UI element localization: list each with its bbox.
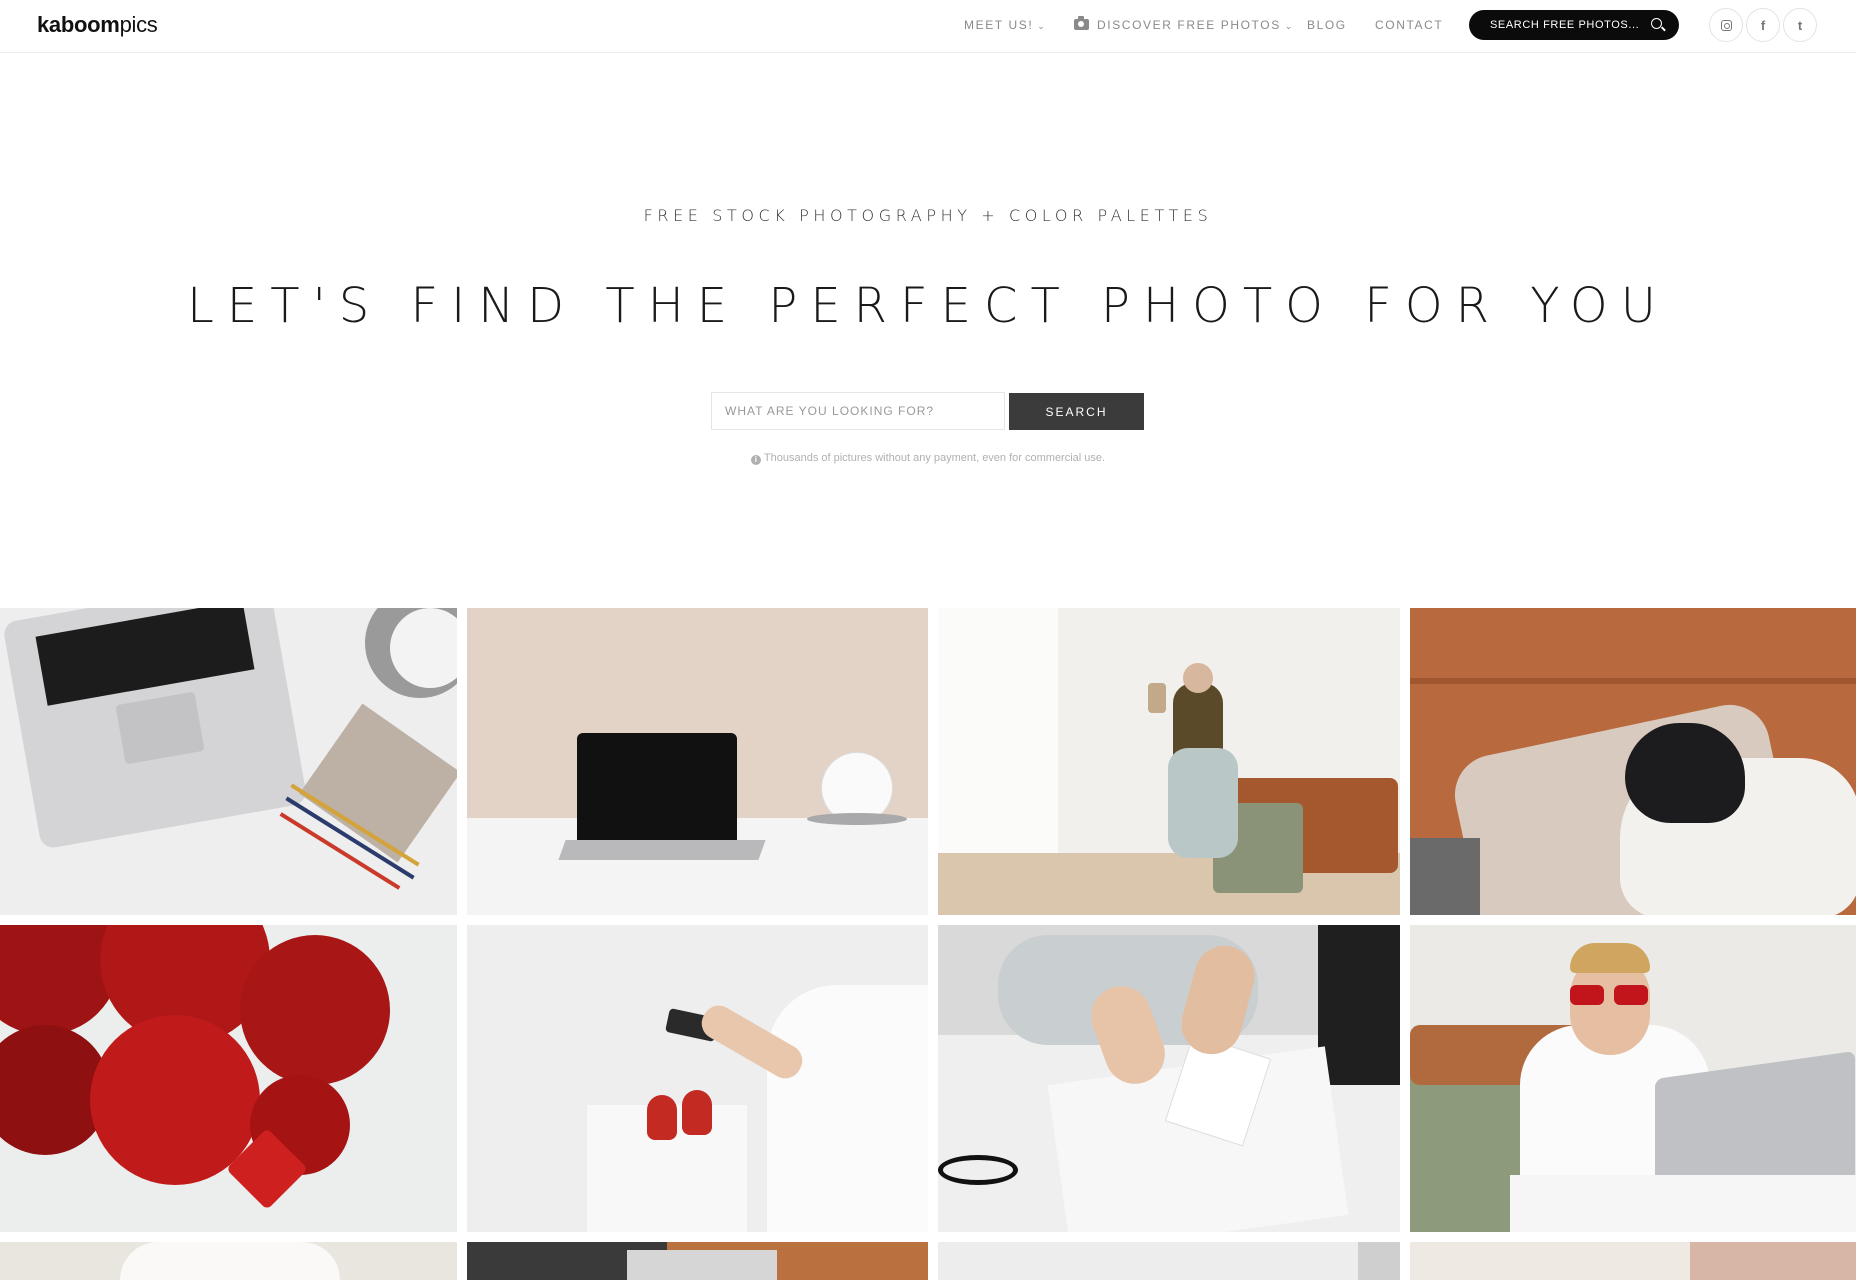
lamp-base-shape bbox=[807, 813, 907, 825]
instagram-icon bbox=[1720, 19, 1732, 31]
woman-phone-red-shoes-photo[interactable] bbox=[467, 925, 928, 1232]
person-shape bbox=[1690, 1242, 1856, 1280]
laptop-flatlay-photo[interactable] bbox=[0, 608, 457, 915]
camera-icon bbox=[1074, 16, 1089, 30]
facebook-icon: f bbox=[1760, 17, 1766, 33]
woman-phone-armchair-photo[interactable] bbox=[938, 608, 1400, 915]
photo-row3-4[interactable] bbox=[1410, 1242, 1856, 1280]
nav-discover-free-photos[interactable]: DISCOVER FREE PHOTOS ⌄ bbox=[1074, 16, 1294, 32]
table-shape bbox=[1510, 1175, 1856, 1232]
hair-shape bbox=[1570, 943, 1650, 973]
hands-writing-card-photo[interactable] bbox=[938, 925, 1400, 1232]
nav-discover-label: DISCOVER FREE PHOTOS bbox=[1097, 18, 1281, 32]
hero-note-text: Thousands of pictures without any paymen… bbox=[763, 452, 1106, 464]
photo-row3-1[interactable] bbox=[0, 1242, 457, 1280]
chevron-down-icon: ⌄ bbox=[1037, 21, 1047, 31]
dark-background-shape bbox=[1318, 925, 1400, 1085]
facebook-button[interactable]: f bbox=[1746, 8, 1780, 42]
logo-bold-text: kaboom bbox=[37, 12, 120, 37]
nav-contact-label: CONTACT bbox=[1375, 18, 1444, 32]
sunglasses-left-shape bbox=[1570, 985, 1604, 1005]
nav-blog[interactable]: BLOG bbox=[1307, 18, 1347, 32]
twitter-icon: t bbox=[1797, 17, 1803, 33]
logo[interactable]: kaboompics bbox=[37, 12, 158, 38]
blanket-shape bbox=[1410, 838, 1480, 915]
search-icon[interactable] bbox=[1651, 18, 1662, 29]
sofa-seam-shape bbox=[1410, 678, 1856, 684]
scissors-shape bbox=[938, 1155, 1018, 1185]
laptop-base-shape bbox=[558, 840, 766, 860]
dog-head-shape bbox=[1625, 723, 1745, 823]
hero-note: i Thousands of pictures without any payme… bbox=[0, 452, 1856, 465]
woman-sunglasses-laptop-photo[interactable] bbox=[1410, 925, 1856, 1232]
shirt-shape bbox=[767, 985, 928, 1232]
shirt-shape bbox=[120, 1242, 340, 1280]
logo-light-text: pics bbox=[119, 12, 158, 37]
chevron-down-icon: ⌄ bbox=[1284, 21, 1294, 31]
red-roses-heart-photo[interactable] bbox=[0, 925, 457, 1232]
legs-shape bbox=[1168, 748, 1238, 858]
sunglasses-right-shape bbox=[1614, 985, 1648, 1005]
header-search-input[interactable]: SEARCH FREE PHOTOS... bbox=[1469, 10, 1679, 40]
photo-row3-2[interactable] bbox=[467, 1242, 928, 1280]
laptop-desk-lamp-photo[interactable] bbox=[467, 608, 928, 915]
nav-contact[interactable]: CONTACT bbox=[1375, 18, 1443, 32]
instagram-button[interactable] bbox=[1709, 8, 1743, 42]
head-shape bbox=[1183, 663, 1213, 693]
laptop-shape bbox=[627, 1250, 777, 1280]
header-search-placeholder: SEARCH FREE PHOTOS... bbox=[1490, 19, 1640, 31]
photo-row3-3[interactable] bbox=[938, 1242, 1400, 1280]
info-icon: i bbox=[750, 455, 761, 465]
rose-shape bbox=[240, 935, 390, 1085]
laptop-screen-shape bbox=[577, 733, 737, 843]
site-header: kaboompics MEET US! ⌄ DISCOVER FREE PHOTO… bbox=[0, 0, 1856, 53]
bag-shape bbox=[1148, 683, 1166, 713]
red-shoe-shape bbox=[682, 1090, 712, 1135]
nav-blog-label: BLOG bbox=[1307, 18, 1347, 32]
frame-shape bbox=[1358, 1242, 1400, 1280]
nav-meet-us[interactable]: MEET US! ⌄ bbox=[964, 18, 1046, 32]
hero-search-button[interactable]: SEARCH bbox=[1009, 393, 1144, 430]
dog-leather-sofa-photo[interactable] bbox=[1410, 608, 1856, 915]
nav-meet-us-label: MEET US! bbox=[964, 18, 1034, 32]
red-shoe-shape bbox=[647, 1095, 677, 1140]
twitter-button[interactable]: t bbox=[1783, 8, 1817, 42]
hero-tagline: FREE STOCK PHOTOGRAPHY + COLOR PALETTES bbox=[643, 206, 1213, 225]
hero-search-input[interactable] bbox=[711, 392, 1005, 430]
hero-headline: LET'S FIND THE PERFECT PHOTO FOR YOU bbox=[187, 278, 1669, 334]
